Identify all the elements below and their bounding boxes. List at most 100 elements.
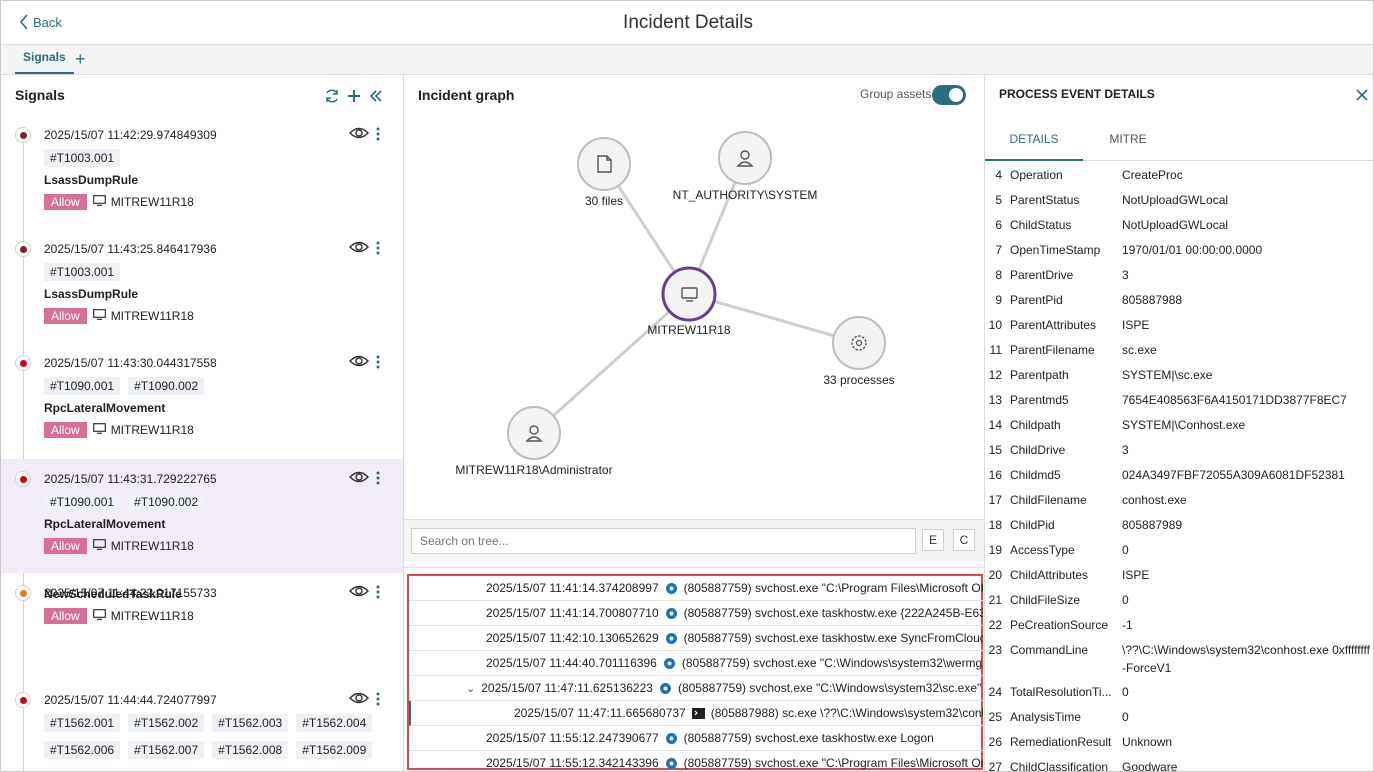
detail-value: 0: [1122, 685, 1129, 699]
tab-mitre[interactable]: MITRE: [1095, 123, 1161, 161]
eye-icon[interactable]: [349, 354, 369, 368]
mitre-tag[interactable]: #T1562.002: [128, 714, 205, 732]
tree-timestamp: 2025/15/07 11:41:14.700807710: [486, 606, 659, 620]
detail-index: 6: [995, 218, 1002, 232]
gear-icon: [663, 657, 676, 670]
severity-dot: [15, 471, 31, 487]
node-label: NT_AUTHORITY\SYSTEM: [673, 188, 818, 202]
mitre-tag[interactable]: #T1090.001: [44, 493, 121, 511]
mitre-tag[interactable]: #T1562.009: [296, 741, 373, 759]
detail-key: CommandLine: [1010, 643, 1089, 657]
detail-key: RemediationResult: [1010, 735, 1112, 749]
signal-tags: #T1003.001: [44, 149, 121, 167]
group-assets-toggle[interactable]: [932, 85, 966, 105]
tree-timestamp: 2025/15/07 11:47:11.625136223: [481, 681, 653, 695]
detail-row: 8 ParentDrive 3: [985, 268, 1373, 293]
tree-row[interactable]: 2025/15/07 11:41:14.700807710 (805887759)…: [409, 601, 983, 626]
detail-row: 22 PeCreationSource -1: [985, 618, 1373, 643]
mitre-tag[interactable]: #T1562.004: [296, 714, 373, 732]
tree-row[interactable]: 2025/15/07 11:41:14.374208997 (805887759)…: [409, 576, 983, 601]
details-list: 4 Operation CreateProc 5 ParentStatus NotUplo…: [985, 163, 1373, 772]
close-icon[interactable]: [1356, 89, 1368, 101]
detail-value: 805887989: [1122, 518, 1183, 532]
mitre-tag[interactable]: #T1090.002: [128, 493, 205, 511]
chevron-down-icon[interactable]: ⌄: [466, 682, 475, 695]
app-window: Back Incident Details Signals + Signals …: [0, 0, 1374, 772]
mitre-tag[interactable]: #T1003.001: [44, 149, 121, 167]
detail-value: ISPE: [1122, 318, 1150, 332]
mitre-tag[interactable]: #T1562.008: [212, 741, 289, 759]
graph-node-admin[interactable]: MITREW11R18\Administrator: [455, 406, 613, 477]
mitre-tag[interactable]: #T1562.006: [44, 741, 121, 759]
detail-key: ChildStatus: [1010, 218, 1072, 232]
eye-icon[interactable]: [349, 470, 369, 484]
detail-row: 7 OpenTimeStamp 1970/01/01 00:00:00.0000: [985, 243, 1373, 268]
tree-row[interactable]: 2025/15/07 11:55:12.342143396 (805887759)…: [409, 751, 983, 771]
more-options-icon[interactable]: [376, 692, 380, 706]
detail-key: ParentDrive: [1010, 268, 1074, 282]
graph-title: Incident graph: [418, 87, 515, 103]
detail-index: 21: [988, 593, 1002, 607]
host-label: MITREW11R18: [92, 539, 194, 553]
more-options-icon[interactable]: [376, 585, 380, 599]
signal-card[interactable]: 2025/15/07 11:44:44.724077997 #T1562.001 #…: [1, 680, 403, 771]
more-options-icon[interactable]: [376, 471, 380, 485]
signal-card[interactable]: 2025/15/07 11:43:31.729222765 #T1090.001 #…: [1, 459, 403, 573]
add-tab-icon[interactable]: +: [75, 49, 86, 69]
tree-row[interactable]: 2025/15/07 11:42:10.130652629 (805887759)…: [409, 626, 983, 651]
eye-icon[interactable]: [349, 126, 369, 140]
eye-icon[interactable]: [349, 240, 369, 254]
tree-search-input[interactable]: [411, 528, 916, 554]
monitor-icon: [92, 423, 106, 437]
detail-index: 9: [995, 293, 1002, 307]
refresh-icon[interactable]: [324, 88, 340, 104]
mitre-tag[interactable]: #T1562.003: [212, 714, 289, 732]
detail-index: 20: [988, 568, 1002, 582]
gear-icon: [665, 632, 678, 645]
tree-text: (805887759) svchost.exe "C:\Program File…: [683, 581, 983, 595]
collapse-button[interactable]: C: [953, 529, 975, 551]
mitre-tag[interactable]: #T1003.001: [44, 263, 121, 281]
detail-key: ParentPid: [1010, 293, 1063, 307]
add-icon[interactable]: [346, 88, 362, 104]
detail-row: 14 Childpath SYSTEM|\Conhost.exe: [985, 418, 1373, 443]
graph-node-files[interactable]: 30 files: [577, 137, 631, 208]
signal-rule-name: LsassDumpRule: [44, 173, 139, 187]
mitre-tag[interactable]: #T1090.001: [44, 377, 121, 395]
tab-signals[interactable]: Signals: [15, 45, 74, 74]
detail-value: SYSTEM|\Conhost.exe: [1122, 418, 1246, 432]
detail-index: 4: [995, 168, 1002, 182]
signal-action-row: Allow MITREW11R18: [44, 538, 194, 554]
detail-value: 805887988: [1122, 293, 1183, 307]
tree-row[interactable]: 2025/15/07 11:55:12.247390677 (805887759)…: [409, 726, 983, 751]
eye-icon[interactable]: [349, 584, 369, 598]
graph-node-system[interactable]: NT_AUTHORITY\SYSTEM: [673, 131, 818, 202]
tab-details[interactable]: DETAILS: [985, 123, 1083, 161]
tree-row[interactable]: 2025/15/07 11:44:40.701116396 (805887759)…: [409, 651, 983, 676]
expand-button[interactable]: E: [922, 529, 944, 551]
signal-tags: #T1562.006 #T1562.007 #T1562.008 #T1562.009: [44, 741, 373, 759]
tree-text: (805887759) svchost.exe "C:\Program File…: [683, 756, 983, 770]
tree-row[interactable]: 2025/15/07 11:47:11.665680737 (805887988)…: [409, 701, 983, 726]
signal-card[interactable]: 2025/15/07 11:44:22.017155733 NewSchedule…: [1, 573, 403, 685]
mitre-tag[interactable]: #T1562.007: [128, 741, 205, 759]
mitre-tag[interactable]: #T1562.001: [44, 714, 121, 732]
eye-icon[interactable]: [349, 691, 369, 705]
detail-key: PeCreationSource: [1010, 618, 1109, 632]
detail-row: 16 Childmd5 024A3497FBF72055A309A6081DF523…: [985, 468, 1373, 493]
more-options-icon[interactable]: [376, 127, 380, 141]
detail-index: 14: [988, 418, 1002, 432]
detail-index: 23: [988, 643, 1002, 657]
signal-rule-name: NewScheduledTaskRule: [44, 587, 182, 601]
signal-card[interactable]: 2025/15/07 11:43:30.044317558 #T1090.001 #…: [1, 343, 403, 455]
signal-card[interactable]: 2025/15/07 11:43:25.846417936 #T1003.001 L…: [1, 229, 403, 341]
tree-row[interactable]: ⌄ 2025/15/07 11:47:11.625136223 (805887759…: [409, 676, 983, 701]
allow-badge: Allow: [44, 194, 87, 210]
graph-node-processes[interactable]: 33 processes: [823, 316, 895, 387]
mitre-tag[interactable]: #T1090.002: [128, 377, 205, 395]
signal-card[interactable]: 2025/15/07 11:42:29.974849309 #T1003.001 L…: [1, 115, 403, 227]
detail-index: 27: [988, 760, 1002, 772]
collapse-panel-icon[interactable]: [368, 88, 384, 104]
more-options-icon[interactable]: [376, 241, 380, 255]
more-options-icon[interactable]: [376, 355, 380, 369]
